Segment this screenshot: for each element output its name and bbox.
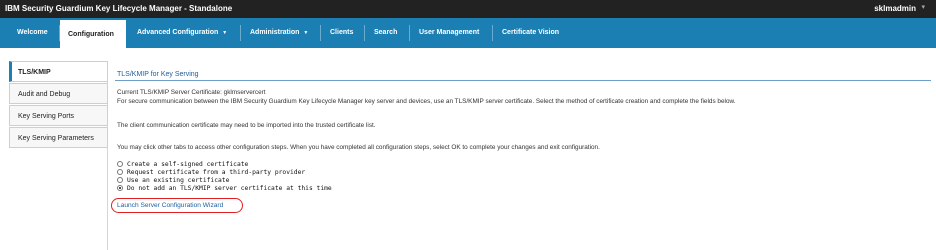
nav-configuration[interactable]: Configuration	[60, 18, 126, 48]
nav-welcome[interactable]: Welcome	[9, 18, 56, 48]
settings-sidebar: TLS/KMIP Audit and Debug Key Serving Por…	[9, 61, 108, 250]
nav-certificate-vision[interactable]: Certificate Vision	[494, 18, 567, 48]
nav-user-management[interactable]: User Management	[411, 18, 487, 48]
tabs-note-text: You may click other tabs to access other…	[117, 144, 600, 151]
nav-divider	[320, 25, 321, 41]
nav-clients-label: Clients	[330, 29, 354, 36]
user-menu-caret-icon[interactable]: ▾	[921, 3, 925, 11]
main-nav: Welcome Configuration Advanced Configura…	[0, 18, 936, 48]
option-existing-certificate[interactable]: Use an existing certificate	[117, 177, 229, 185]
option-label: Request certificate from a third-party p…	[127, 169, 306, 176]
nav-administration[interactable]: Administration ▼	[242, 18, 316, 48]
option-no-certificate[interactable]: Do not add an TLS/KMIP server certificat…	[117, 185, 332, 193]
radio-button-selected[interactable]	[117, 185, 123, 191]
radio-button[interactable]	[117, 161, 123, 167]
current-certificate-text: Current TLS/KMIP Server Certificate: gkl…	[117, 89, 266, 96]
sidebar-item-tls-kmip[interactable]: TLS/KMIP	[9, 61, 108, 82]
nav-divider	[364, 25, 365, 41]
option-label: Use an existing certificate	[127, 177, 230, 184]
user-menu[interactable]: sklmadmin	[874, 4, 916, 13]
nav-advanced-configuration[interactable]: Advanced Configuration ▼	[129, 18, 235, 48]
chevron-down-icon: ▼	[222, 30, 228, 36]
radio-button[interactable]	[117, 177, 123, 183]
sidebar-item-label: Key Serving Parameters	[18, 135, 94, 142]
section-divider	[115, 80, 931, 81]
radio-button[interactable]	[117, 169, 123, 175]
sidebar-item-key-serving-parameters[interactable]: Key Serving Parameters	[9, 127, 108, 148]
nav-divider	[492, 25, 493, 41]
nav-configuration-label: Configuration	[68, 31, 114, 38]
option-label: Do not add an TLS/KMIP server certificat…	[127, 185, 332, 192]
nav-search-label: Search	[374, 29, 398, 36]
nav-certificate-vision-label: Certificate Vision	[502, 29, 560, 36]
nav-advanced-configuration-label: Advanced Configuration	[137, 29, 219, 36]
sidebar-item-label: Audit and Debug	[18, 91, 71, 98]
nav-user-management-label: User Management	[419, 29, 480, 36]
nav-administration-label: Administration	[250, 29, 300, 36]
sidebar-item-label: Key Serving Ports	[18, 113, 75, 120]
option-third-party[interactable]: Request certificate from a third-party p…	[117, 169, 305, 177]
sidebar-item-key-serving-ports[interactable]: Key Serving Ports	[9, 105, 108, 126]
nav-welcome-label: Welcome	[17, 29, 48, 36]
sidebar-item-label: TLS/KMIP	[18, 69, 51, 76]
app-title: IBM Security Guardium Key Lifecycle Mana…	[5, 4, 233, 13]
highlight-annotation	[111, 198, 243, 213]
nav-divider	[240, 25, 241, 41]
import-note-text: The client communication certificate may…	[117, 122, 376, 129]
section-title: TLS/KMIP for Key Serving	[117, 71, 199, 78]
intro-text: For secure communication between the IBM…	[117, 98, 736, 105]
sidebar-item-audit-and-debug[interactable]: Audit and Debug	[9, 83, 108, 104]
nav-divider	[409, 25, 410, 41]
nav-search[interactable]: Search	[366, 18, 405, 48]
title-bar: IBM Security Guardium Key Lifecycle Mana…	[0, 0, 936, 18]
chevron-down-icon: ▼	[303, 30, 309, 36]
option-label: Create a self-signed certificate	[127, 161, 249, 168]
option-self-signed[interactable]: Create a self-signed certificate	[117, 161, 248, 169]
nav-clients[interactable]: Clients	[322, 18, 361, 48]
